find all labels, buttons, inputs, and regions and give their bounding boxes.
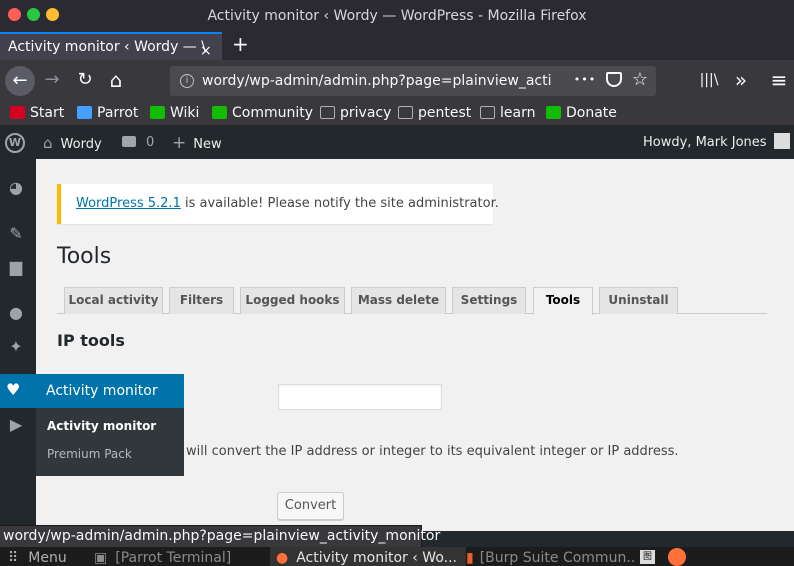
submenu-item-premium-pack[interactable]: Premium Pack: [47, 447, 132, 461]
folder-icon: [320, 106, 335, 119]
site-info-icon[interactable]: i: [180, 74, 194, 88]
community-icon: [212, 106, 227, 119]
taskbar-menu-button[interactable]: ⠿ Menu: [8, 547, 67, 566]
tab-strip: Activity monitor ‹ Wordy — \ ×: [0, 32, 794, 60]
tray-firefox-icon[interactable]: [668, 548, 686, 566]
activity-monitor-submenu: Activity monitor Premium Pack: [36, 408, 184, 476]
new-content-link[interactable]: + New: [172, 127, 222, 159]
new-tab-button[interactable]: +: [232, 30, 249, 58]
bookmark-wiki[interactable]: Wiki: [150, 100, 199, 126]
tab-uninstall[interactable]: Uninstall: [599, 287, 678, 314]
bookmark-start[interactable]: Start: [10, 100, 64, 126]
link-status-bar: wordy/wp-admin/admin.php?page=plainview_…: [0, 525, 440, 547]
avatar: [773, 133, 790, 149]
firefox-icon: ●: [276, 550, 289, 566]
plus-icon: +: [172, 133, 187, 153]
dashboard-icon[interactable]: ◕: [0, 178, 32, 197]
overflow-menu-icon[interactable]: »: [729, 60, 753, 100]
posts-pin-icon[interactable]: ✎: [0, 224, 32, 243]
tab-title: Activity monitor ‹ Wordy — \: [8, 39, 206, 55]
tab-tools[interactable]: Tools: [533, 287, 593, 315]
donate-icon: [546, 106, 561, 119]
bookmark-folder-learn[interactable]: learn: [480, 100, 535, 126]
url-input[interactable]: wordy/wp-admin/admin.php?page=plainview_…: [202, 66, 552, 96]
bookmark-parrot[interactable]: Parrot: [77, 100, 138, 126]
window-title: Activity monitor ‹ Wordy — WordPress - M…: [207, 8, 587, 24]
tab-settings[interactable]: Settings: [452, 287, 526, 314]
submenu-item-activity-monitor[interactable]: Activity monitor: [47, 419, 156, 433]
section-title: IP tools: [57, 331, 125, 350]
bookmark-folder-privacy[interactable]: privacy: [320, 100, 391, 126]
browser-tab[interactable]: Activity monitor ‹ Wordy — \ ×: [0, 32, 222, 60]
site-name-link[interactable]: ⌂ Wordy: [43, 127, 102, 159]
parrot-icon: [77, 106, 92, 119]
heartbeat-icon: ♥: [6, 380, 21, 399]
hamburger-menu-icon[interactable]: ≡: [767, 60, 791, 100]
ip-tools-description: will convert the IP address or integer t…: [186, 444, 679, 459]
activity-monitor-menu-label: Activity monitor: [46, 383, 158, 399]
wordpress-logo-icon[interactable]: W: [5, 133, 25, 153]
tab-mass-delete[interactable]: Mass delete: [351, 287, 446, 314]
grid-icon: ⠿: [8, 550, 19, 566]
home-button[interactable]: ⌂: [104, 60, 128, 100]
comments-icon[interactable]: ▆: [0, 257, 32, 276]
comment-icon: [122, 136, 136, 147]
account-menu[interactable]: Howdy, Mark Jones: [643, 127, 790, 159]
ip-input[interactable]: [278, 384, 442, 410]
tray-app-icon[interactable]: 图: [640, 550, 655, 564]
page-actions-icon[interactable]: •••: [573, 60, 597, 100]
wiki-icon: [150, 106, 165, 119]
bookmark-folder-pentest[interactable]: pentest: [398, 100, 471, 126]
folder-icon: [398, 106, 413, 119]
page-title: Tools: [57, 244, 112, 269]
users-icon[interactable]: ●: [0, 303, 32, 322]
update-notice: WordPress 5.2.1 is available! Please not…: [57, 184, 499, 224]
tab-close-icon[interactable]: ×: [200, 38, 212, 60]
library-icon[interactable]: |||\: [697, 60, 721, 100]
taskbar-item-firefox[interactable]: ● Activity monitor ‹ Wo...: [270, 547, 466, 566]
bookmark-donate[interactable]: Donate: [546, 100, 617, 126]
burp-icon: ▮: [466, 550, 474, 566]
activity-monitor-menu[interactable]: ♥ Activity monitor: [0, 374, 184, 408]
taskbar-item-terminal[interactable]: ▣ [Parrot Terminal]: [94, 547, 264, 566]
terminal-icon: ▣: [94, 550, 108, 566]
comments-link[interactable]: 0: [122, 127, 154, 159]
home-icon: ⌂: [43, 134, 53, 152]
bookmark-community[interactable]: Community: [212, 100, 313, 126]
back-button[interactable]: ←: [5, 66, 35, 96]
tab-local-activity[interactable]: Local activity: [64, 287, 163, 314]
reload-button[interactable]: ↻: [73, 60, 97, 100]
tools-wrench-icon[interactable]: ✦: [0, 337, 32, 356]
tab-filters[interactable]: Filters: [169, 287, 234, 314]
bookmark-icon: [10, 106, 25, 119]
update-link[interactable]: WordPress 5.2.1: [76, 196, 181, 211]
bookmark-star-icon[interactable]: ☆: [628, 60, 652, 100]
forward-button[interactable]: →: [40, 60, 64, 100]
taskbar-item-burp[interactable]: ▮ [Burp Suite Commun...: [462, 547, 634, 566]
tab-logged-hooks[interactable]: Logged hooks: [240, 287, 345, 314]
convert-button[interactable]: Convert: [277, 492, 344, 520]
folder-icon: [480, 106, 495, 119]
media-play-icon[interactable]: ▶: [0, 415, 32, 434]
